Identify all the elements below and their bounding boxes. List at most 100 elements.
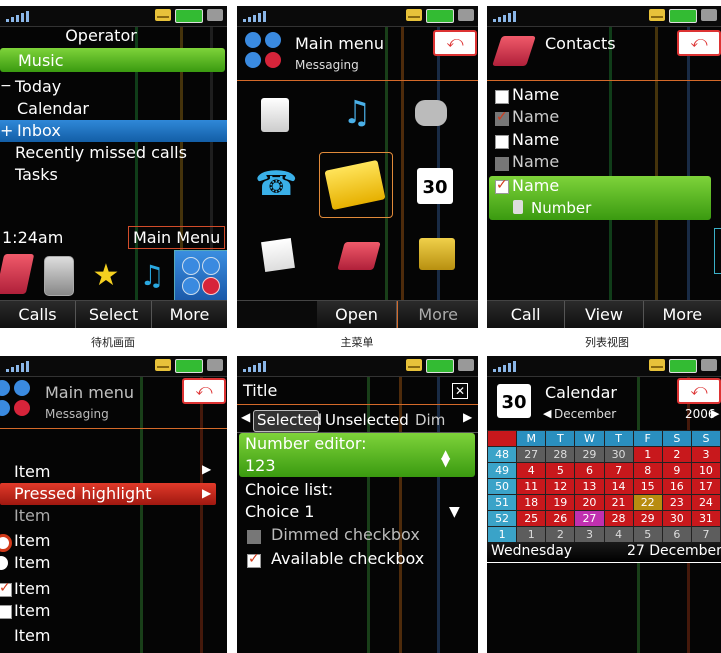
calendar-day[interactable]: 6 — [574, 462, 605, 479]
menu-item[interactable]: Item — [14, 553, 50, 572]
media-icon[interactable]: ♫ — [337, 92, 377, 132]
notes-icon[interactable] — [261, 238, 295, 272]
back-button[interactable]: ⤺ — [433, 30, 477, 56]
collapse-icon[interactable]: − — [0, 78, 12, 94]
calendar-day[interactable]: 29 — [574, 446, 605, 463]
calendar-day[interactable]: 25 — [516, 510, 547, 527]
checkbox[interactable] — [495, 135, 509, 149]
softkey-open[interactable]: Open — [316, 301, 398, 328]
checkbox[interactable] — [0, 605, 12, 619]
menu-item[interactable]: Item — [14, 531, 50, 550]
stepper-icon[interactable]: ▲ ▼ — [441, 448, 450, 468]
calendar-day-selected[interactable]: 27 — [574, 510, 605, 527]
calendar-day[interactable]: 8 — [632, 462, 663, 479]
contact-name[interactable]: Name — [512, 85, 559, 104]
choice-list-value[interactable]: Choice 1 — [245, 502, 314, 521]
settings-icon[interactable] — [419, 238, 455, 270]
calendar-day[interactable]: 9 — [661, 462, 692, 479]
calendar-day[interactable]: 4 — [603, 526, 634, 543]
menu-item[interactable]: Item — [14, 601, 50, 620]
checkbox-checked[interactable] — [495, 109, 509, 126]
calendar-day[interactable]: 12 — [545, 478, 576, 495]
contact-name[interactable]: Name — [512, 130, 559, 149]
calendar-day[interactable]: 13 — [574, 478, 605, 495]
tasks-label[interactable]: Tasks — [15, 165, 58, 184]
calendar-day[interactable]: 15 — [632, 478, 663, 495]
calendar-day[interactable]: 21 — [603, 494, 634, 511]
calendar-day[interactable]: 27 — [516, 446, 547, 463]
missed-calls-label[interactable]: Recently missed calls — [15, 143, 187, 162]
checkbox-checked[interactable] — [0, 580, 12, 597]
calendar-day[interactable]: 29 — [632, 510, 663, 527]
calendar-day[interactable]: 7 — [603, 462, 634, 479]
calendar-day[interactable]: 1 — [632, 446, 663, 463]
main-menu-icon[interactable] — [174, 250, 227, 302]
softkey-call[interactable]: Call — [487, 301, 566, 328]
softkey-more[interactable]: More — [643, 301, 721, 328]
calendar-day[interactable]: 19 — [545, 494, 576, 511]
checkbox[interactable] — [495, 90, 509, 104]
checkbox-checked[interactable] — [247, 551, 261, 568]
phone-icon[interactable] — [44, 256, 74, 296]
tab-left-arrow-icon[interactable]: ◀ — [241, 410, 250, 424]
calendar-day[interactable]: 3 — [690, 446, 721, 463]
menu-item[interactable]: Item — [14, 579, 50, 598]
calendar-day[interactable]: 1 — [516, 526, 547, 543]
calendar-day[interactable]: 26 — [545, 510, 576, 527]
calendar-day-marked[interactable]: 22 — [632, 494, 663, 511]
softkey-more[interactable]: More — [397, 301, 478, 328]
radio-selected[interactable] — [0, 534, 12, 552]
calendar-day[interactable]: 10 — [690, 462, 721, 479]
calendar-day[interactable]: 6 — [661, 526, 692, 543]
scrollbar[interactable] — [714, 228, 721, 274]
main-menu-label[interactable]: Main Menu — [128, 226, 226, 249]
calendar-day[interactable]: 14 — [603, 478, 634, 495]
close-icon[interactable]: ✕ — [452, 383, 468, 399]
calendar-day[interactable]: 20 — [574, 494, 605, 511]
calendar-day[interactable]: 11 — [516, 478, 547, 495]
messaging-icon-selected[interactable] — [319, 152, 393, 218]
radio-unselected[interactable] — [0, 556, 8, 570]
month-right-arrow-icon[interactable]: ▶ — [711, 407, 719, 420]
calendar-day[interactable]: 5 — [545, 462, 576, 479]
checkbox-checked[interactable] — [495, 177, 509, 194]
calendar-day[interactable]: 16 — [661, 478, 692, 495]
softkey-view[interactable]: View — [565, 301, 644, 328]
softkey-select[interactable]: Select — [76, 301, 152, 328]
games-icon[interactable] — [415, 100, 447, 126]
calendar-day[interactable]: 18 — [516, 494, 547, 511]
menu-item[interactable]: Item — [14, 462, 50, 481]
tab-right-arrow-icon[interactable]: ▶ — [463, 410, 472, 424]
media-icon[interactable]: ♫ — [134, 258, 170, 294]
back-button[interactable]: ⤺ — [182, 378, 226, 404]
calendar-label[interactable]: Calendar — [17, 99, 89, 118]
menu-item[interactable]: Item — [14, 626, 50, 645]
softkey-more[interactable]: More — [152, 301, 227, 328]
calendar-day[interactable]: 4 — [516, 462, 547, 479]
calendar-day[interactable]: 2 — [661, 446, 692, 463]
calendar-day[interactable]: 2 — [545, 526, 576, 543]
calendar-day[interactable]: 28 — [603, 510, 634, 527]
contact-name[interactable]: Name — [512, 107, 559, 126]
chevron-down-icon[interactable]: ▼ — [449, 504, 460, 520]
calendar-day[interactable]: 5 — [632, 526, 663, 543]
star-icon[interactable]: ★ — [88, 258, 124, 294]
calendar-day[interactable]: 28 — [545, 446, 576, 463]
calendar-day[interactable]: 17 — [690, 478, 721, 495]
calendar-day[interactable]: 30 — [603, 446, 634, 463]
softkey-calls[interactable]: Calls — [0, 301, 76, 328]
back-button[interactable]: ⤺ — [677, 30, 721, 56]
contact-name[interactable]: Name — [512, 152, 559, 171]
available-checkbox-label[interactable]: Available checkbox — [271, 549, 424, 568]
back-button[interactable]: ⤺ — [677, 378, 721, 404]
contacts-book-icon[interactable] — [0, 254, 35, 294]
tab-unselected[interactable]: Unselected — [325, 411, 409, 429]
calendar-day[interactable]: 23 — [661, 494, 692, 511]
internet-icon[interactable] — [261, 98, 289, 132]
calendar-day[interactable]: 24 — [690, 494, 721, 511]
calendar-day[interactable]: 31 — [690, 510, 721, 527]
call-icon[interactable]: ☎ — [255, 164, 297, 204]
calendar-day[interactable]: 3 — [574, 526, 605, 543]
calendar-day[interactable]: 7 — [690, 526, 721, 543]
contacts-icon[interactable] — [337, 242, 381, 270]
